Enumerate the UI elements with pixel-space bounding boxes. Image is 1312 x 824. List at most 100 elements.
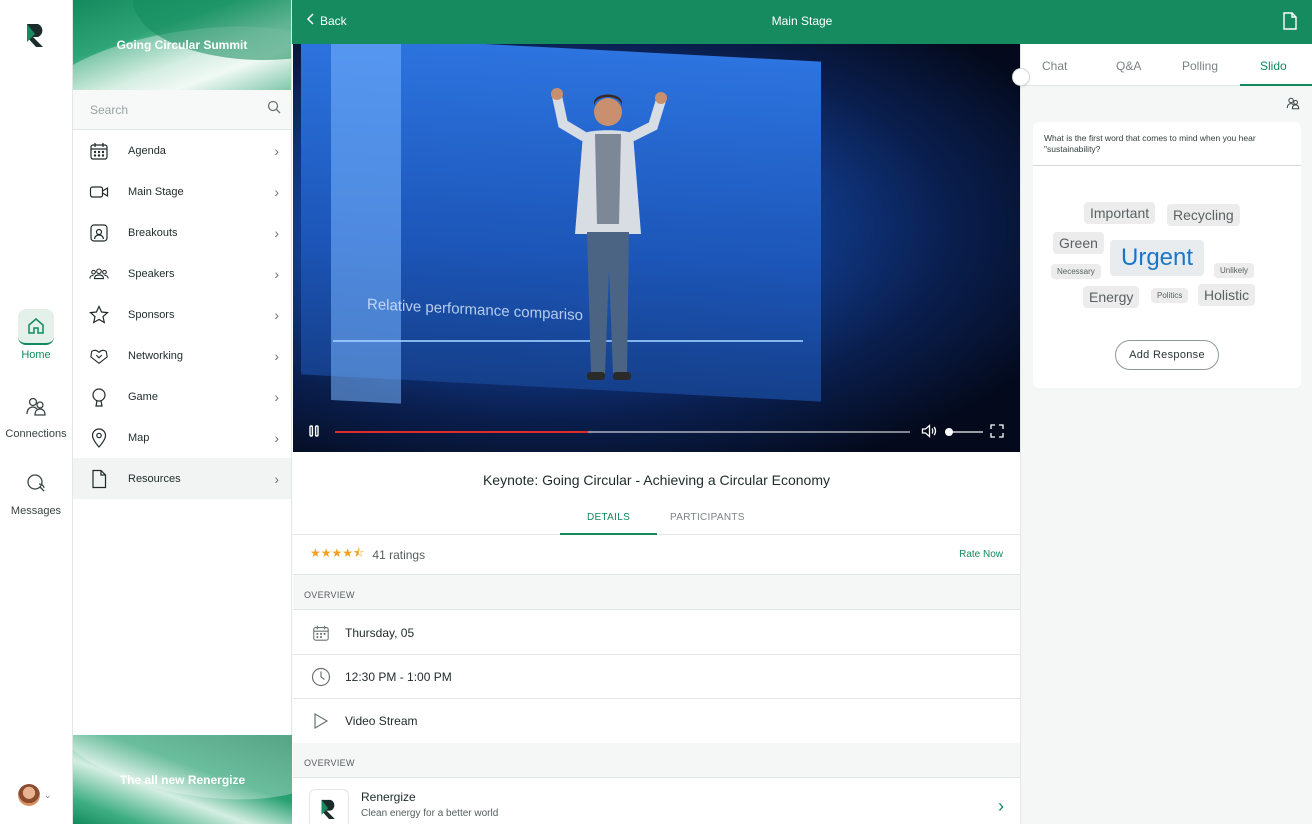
chevron-left-icon [306, 13, 314, 28]
video-player[interactable]: Relative performance compariso [293, 44, 1020, 452]
sidebar-item-sponsors[interactable]: Sponsors › [73, 294, 291, 335]
sidebar-item-label: Game [128, 390, 158, 403]
sidebar-item-label: Agenda [128, 144, 166, 157]
sidebar-item-label: Breakouts [128, 226, 178, 239]
sidebar-item-map[interactable]: Map › [73, 417, 291, 458]
clock-icon [311, 667, 331, 687]
session-format: Video Stream [345, 714, 418, 728]
session-tabs: DETAILS PARTICIPANTS [293, 504, 1020, 535]
rating-row: ★★★★⯪ 41 ratings Rate Now [293, 535, 1020, 575]
video-progress-bar[interactable] [335, 431, 910, 433]
home-icon [18, 309, 54, 345]
sidebar-item-label: Resources [128, 472, 181, 485]
date-row: Thursday, 05 [293, 611, 1020, 655]
rail-item-messages[interactable]: Messages [0, 465, 72, 517]
video-progress-fill [335, 431, 588, 433]
chevron-right-icon: › [274, 470, 279, 487]
speakers-icon [89, 264, 109, 284]
search-icon[interactable] [267, 100, 281, 119]
sidebar-item-label: Main Stage [128, 185, 184, 198]
volume-slider[interactable] [945, 428, 983, 436]
word-cloud-item: Green [1053, 232, 1104, 254]
star-icon [89, 304, 109, 325]
tab-details[interactable]: DETAILS [587, 512, 630, 523]
play-icon [311, 711, 331, 731]
sidebar-item-networking[interactable]: Networking › [73, 335, 291, 376]
promo-banner[interactable]: The all new Renergize [73, 735, 292, 824]
chevron-right-icon: › [274, 388, 279, 405]
sidebar-item-label: Networking [128, 349, 184, 362]
rail-item-home[interactable]: Home [0, 309, 72, 361]
word-cloud-item: Urgent [1110, 240, 1205, 276]
rail-item-connections[interactable]: Connections [0, 388, 72, 440]
sponsor-name: Renergize [361, 790, 416, 804]
map-pin-icon [89, 427, 109, 448]
sponsor-logo-icon [309, 788, 349, 824]
screen-panel [331, 44, 401, 404]
avatar [18, 784, 40, 806]
rail-item-label: Connections [5, 428, 67, 440]
page-title: Main Stage [771, 14, 833, 28]
fullscreen-icon[interactable] [990, 424, 1004, 443]
volume-icon[interactable] [921, 424, 937, 443]
session-details: Keynote: Going Circular - Achieving a Ci… [293, 452, 1020, 824]
sidebar-item-label: Sponsors [128, 308, 175, 321]
rail-item-label: Home [21, 349, 51, 361]
breakouts-icon [89, 223, 109, 243]
overview-header-2: OVERVIEW [293, 743, 1020, 778]
sidebar: Going Circular Summit Agenda › Main Stag… [73, 0, 292, 824]
sidebar-item-label: Speakers [128, 267, 175, 280]
rate-now-link[interactable]: Rate Now [959, 549, 1003, 560]
back-button[interactable]: Back [306, 13, 347, 28]
word-cloud: Important Recycling Green Urgent Necessa… [1033, 178, 1301, 318]
chevron-right-icon: › [274, 265, 279, 282]
word-cloud-item: Holistic [1198, 284, 1256, 306]
word-cloud-poll: What is the first word that comes to min… [1033, 122, 1301, 388]
word-cloud-item: Politics [1151, 288, 1189, 303]
tab-chat[interactable]: Chat [1042, 59, 1067, 73]
overview-header: OVERVIEW [293, 575, 1020, 610]
sidebar-item-label: Map [128, 431, 150, 444]
profile-menu[interactable]: ⌄ [18, 784, 52, 806]
sidebar-item-agenda[interactable]: Agenda › [73, 130, 291, 171]
speaker-figure [551, 88, 667, 380]
volume-slider-handle[interactable] [945, 428, 953, 436]
tab-participants[interactable]: PARTICIPANTS [670, 512, 745, 523]
sidebar-item-speakers[interactable]: Speakers › [73, 253, 291, 294]
add-response-button[interactable]: Add Response [1115, 340, 1219, 370]
video-camera-icon [89, 182, 109, 202]
left-rail: Home Connections Messages ⌄ [0, 0, 73, 824]
chevron-right-icon: › [274, 142, 279, 159]
back-label: Back [320, 13, 347, 28]
calendar-icon [89, 141, 109, 161]
sidebar-item-breakouts[interactable]: Breakouts › [73, 212, 291, 253]
connections-icon [18, 388, 54, 424]
tab-slido[interactable]: Slido [1260, 59, 1287, 73]
tab-qa[interactable]: Q&A [1116, 59, 1141, 73]
tab-polling[interactable]: Polling [1182, 59, 1218, 73]
chevron-right-icon: › [998, 796, 1004, 816]
session-date: Thursday, 05 [345, 625, 415, 640]
rail-item-label: Messages [10, 505, 62, 517]
document-icon[interactable] [1282, 12, 1298, 35]
sidebar-item-main-stage[interactable]: Main Stage › [73, 171, 291, 212]
participants-icon[interactable] [1286, 96, 1300, 115]
pause-icon[interactable] [307, 424, 321, 443]
networking-icon [89, 346, 109, 366]
app-logo-icon[interactable] [24, 22, 48, 48]
panel-resize-handle[interactable] [1012, 68, 1030, 86]
top-header: Back Main Stage [292, 0, 1312, 44]
sponsor-row[interactable]: Renergize Clean energy for a better worl… [293, 779, 1020, 824]
sidebar-item-resources[interactable]: Resources › [73, 458, 291, 499]
chevron-down-icon: ⌄ [44, 789, 52, 800]
sidebar-item-game[interactable]: Game › [73, 376, 291, 417]
chevron-right-icon: › [274, 306, 279, 323]
chevron-right-icon: › [274, 183, 279, 200]
trophy-icon [89, 387, 109, 407]
chevron-right-icon: › [274, 224, 279, 241]
session-time: 12:30 PM - 1:00 PM [345, 669, 452, 684]
word-cloud-item: Necessary [1051, 264, 1101, 279]
rating-count: 41 ratings [372, 547, 426, 562]
star-rating: ★★★★⯪ [310, 546, 365, 560]
search-input[interactable] [90, 102, 250, 117]
